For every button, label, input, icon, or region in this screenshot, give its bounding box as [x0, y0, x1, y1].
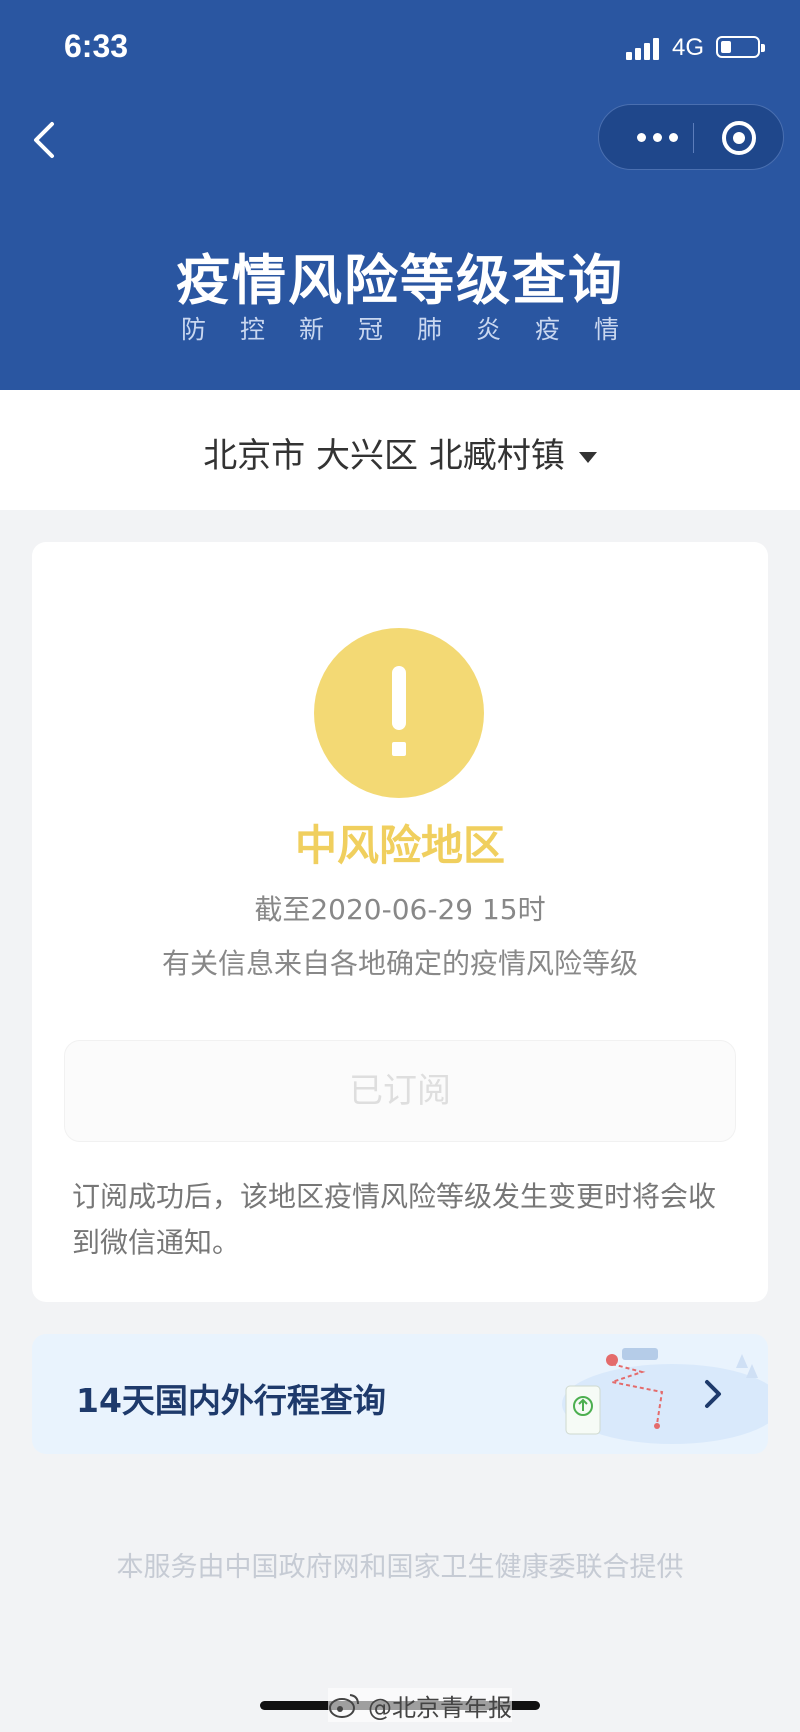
source-note: 有关信息来自各地确定的疫情风险等级	[161, 947, 638, 980]
weibo-logo-icon	[329, 1694, 359, 1718]
subscribed-button[interactable]: 已订阅	[64, 1040, 736, 1142]
capsule-divider	[693, 123, 694, 153]
close-target-icon[interactable]	[720, 119, 758, 157]
itinerary-map-illustration	[562, 1348, 768, 1444]
watermark-text: @北京青年报	[368, 1693, 512, 1722]
watermark: @北京青年报	[328, 1688, 512, 1722]
header: 6:33 4G 疫情风险等级查询 防控新冠肺炎疫情	[0, 0, 800, 390]
service-footer: 本服务由中国政府网和国家卫生健康委联合提供	[116, 1552, 684, 1583]
region-text[interactable]: 北京市 大兴区 北臧村镇	[0, 428, 800, 477]
region-selector[interactable]: 北京市 大兴区 北臧村镇	[0, 390, 800, 510]
signal-icon	[626, 36, 662, 60]
banner-title: 疫情风险等级查询	[176, 249, 624, 312]
warning-icon	[314, 628, 484, 798]
network-type: 4G	[672, 34, 705, 61]
chevron-right-icon	[705, 1380, 721, 1408]
more-icon[interactable]	[627, 105, 687, 169]
banner-subtitle: 防控新冠肺炎疫情	[180, 315, 653, 344]
miniprogram-capsule	[598, 104, 784, 170]
caret-down-icon	[578, 452, 597, 463]
status-time: 6:33	[64, 28, 129, 64]
subscribe-note: 订阅成功后，该地区疫情风险等级发生变更时将会收到微信通知。	[72, 1180, 717, 1259]
status-bar: 6:33 4G	[0, 0, 800, 100]
risk-card: 中风险地区 截至2020-06-29 15时 有关信息来自各地确定的疫情风险等级…	[32, 542, 768, 1302]
region-label: 北京市 大兴区 北臧村镇	[203, 436, 565, 476]
back-arrow-icon[interactable]	[26, 112, 66, 168]
risk-level: 中风险地区	[294, 821, 505, 870]
battery-icon	[716, 36, 765, 58]
itinerary-query-banner[interactable]: 14天国内外行程查询	[32, 1334, 768, 1454]
itinerary-label: 14天国内外行程查询	[76, 1381, 386, 1420]
update-time: 截至2020-06-29 15时	[254, 893, 546, 926]
